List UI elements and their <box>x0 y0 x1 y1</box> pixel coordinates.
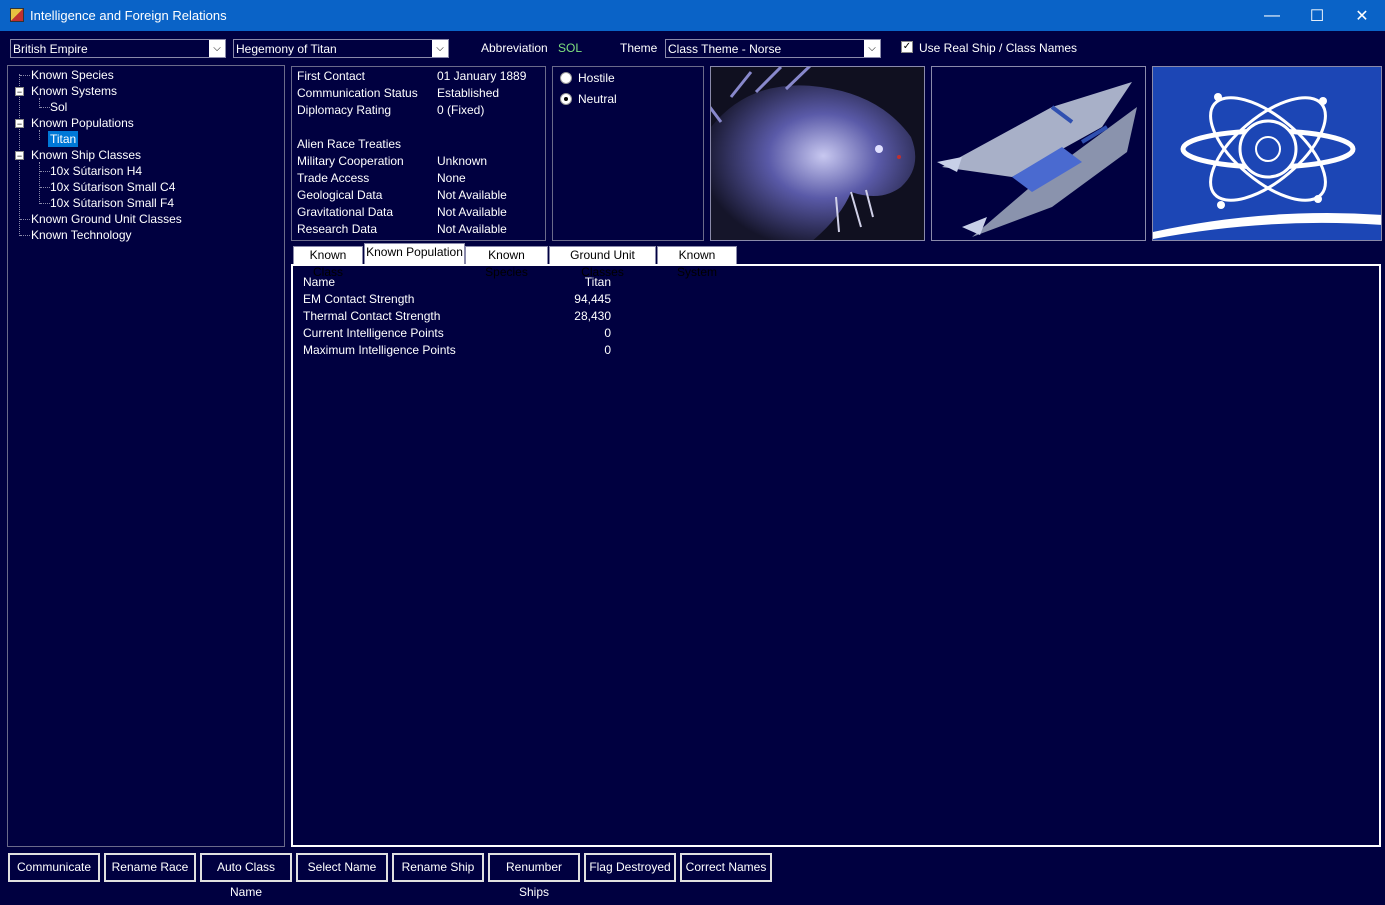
relation-label: Alien Race Treaties <box>297 137 402 151</box>
tree-guide <box>20 75 30 76</box>
tree-guide <box>20 219 30 220</box>
auto-class-name-button[interactable]: Auto Class Name <box>200 853 292 899</box>
relation-label: Geological Data <box>297 188 383 202</box>
correct-names-button[interactable]: Correct Names <box>680 853 772 882</box>
tree-guide <box>39 162 40 204</box>
tree-item-known-ground-unit-classes[interactable]: Known Ground Unit Classes <box>31 212 182 226</box>
relation-label: Military Cooperation <box>297 154 404 168</box>
population-field-label: Thermal Contact Strength <box>303 309 441 323</box>
theme-label: Theme <box>620 41 658 55</box>
communicate-button[interactable]: Communicate <box>8 853 100 882</box>
tab-ground-unit-classes[interactable]: Ground Unit Classes <box>549 246 656 279</box>
hostile-label[interactable]: Hostile <box>578 71 615 85</box>
alien-race-select[interactable]: Hegemony of Titan ⌵ <box>233 39 449 58</box>
population-field-value: 28,430 <box>574 309 611 323</box>
collapse-icon[interactable]: − <box>15 87 24 97</box>
relation-value: Established <box>437 86 500 100</box>
population-field-value: 94,445 <box>574 292 611 306</box>
stance-panel: Hostile Neutral <box>552 66 704 241</box>
flag-destroyed-button[interactable]: Flag Destroyed <box>584 853 676 882</box>
tree-guide <box>39 130 40 140</box>
alien-race-select-value: Hegemony of Titan <box>236 42 337 56</box>
population-field-label: Maximum Intelligence Points <box>303 343 456 357</box>
relation-value: Unknown <box>437 154 488 168</box>
minimize-button[interactable]: — <box>1249 0 1295 31</box>
relation-value: Not Available <box>437 188 507 202</box>
relation-label: Diplomacy Rating <box>297 103 392 117</box>
tree-guide <box>40 203 50 204</box>
window-title: Intelligence and Foreign Relations <box>30 8 227 23</box>
neutral-radio[interactable] <box>560 93 572 105</box>
relations-panel: First Contact 01 January 1889 Communicatio… <box>291 66 546 241</box>
tree-item-titan[interactable]: Titan <box>48 131 79 147</box>
population-field-value: 0 <box>604 343 611 357</box>
chevron-down-icon: ⌵ <box>209 40 225 57</box>
population-field-value: 0 <box>604 326 611 340</box>
species-image <box>710 66 925 241</box>
tab-known-population[interactable]: Known Population <box>364 243 465 265</box>
race-select-value: British Empire <box>13 42 88 56</box>
app-icon <box>10 8 24 22</box>
flag-image <box>1152 66 1382 241</box>
title-bar[interactable]: Intelligence and Foreign Relations — ☐ ✕ <box>0 0 1385 31</box>
race-select[interactable]: British Empire ⌵ <box>10 39 226 58</box>
neutral-label[interactable]: Neutral <box>578 92 617 106</box>
checkbox-checked-icon[interactable]: ✓ <box>901 41 913 53</box>
relation-value: 01 January 1889 <box>437 69 527 83</box>
population-field-label: Name <box>303 275 336 289</box>
population-field-value: Titan <box>584 275 611 289</box>
close-button[interactable]: ✕ <box>1339 0 1385 31</box>
relation-label: Research Data <box>297 222 378 236</box>
hostile-radio[interactable] <box>560 72 572 84</box>
tree-guide <box>20 235 30 236</box>
rename-race-button[interactable]: Rename Race <box>104 853 196 882</box>
relation-value: Not Available <box>437 222 507 236</box>
intel-tree[interactable]: Known Species − Known Systems Sol − Know… <box>7 65 285 847</box>
real-names-label: Use Real Ship / Class Names <box>919 41 1078 55</box>
renumber-ships-button[interactable]: Renumber Ships <box>488 853 580 899</box>
tree-item-known-species[interactable]: Known Species <box>31 68 114 82</box>
abbreviation-label: Abbreviation <box>481 41 548 55</box>
population-field-label: Current Intelligence Points <box>303 326 444 340</box>
tree-item-known-systems[interactable]: Known Systems <box>31 84 117 98</box>
relation-label: Trade Access <box>297 171 370 185</box>
chevron-down-icon: ⌵ <box>864 40 880 57</box>
chevron-down-icon: ⌵ <box>432 40 448 57</box>
tab-known-species[interactable]: Known Species <box>465 246 548 279</box>
population-field-label: EM Contact Strength <box>303 292 415 306</box>
tree-item-known-ship-classes[interactable]: Known Ship Classes <box>31 148 141 162</box>
collapse-icon[interactable]: − <box>15 119 24 129</box>
tab-known-system[interactable]: Known System <box>657 246 737 279</box>
relation-label: Gravitational Data <box>297 205 394 219</box>
relation-value: 0 (Fixed) <box>437 103 485 117</box>
rename-ship-button[interactable]: Rename Ship <box>392 853 484 882</box>
theme-select[interactable]: Class Theme - Norse ⌵ <box>665 39 881 58</box>
maximize-button[interactable]: ☐ <box>1294 0 1340 31</box>
tree-guide <box>40 171 50 172</box>
tree-item-ship-class[interactable]: 10x Sútarison Small C4 <box>50 180 175 194</box>
tab-content-known-population: Name Titan EM Contact Strength 94,445 Therma… <box>291 264 1381 847</box>
relation-label: Communication Status <box>297 86 418 100</box>
tree-item-sol[interactable]: Sol <box>50 100 67 114</box>
tree-item-ship-class[interactable]: 10x Sútarison Small F4 <box>50 196 174 210</box>
select-name-button[interactable]: Select Name <box>296 853 388 882</box>
relation-value: Not Available <box>437 205 507 219</box>
tree-item-known-populations[interactable]: Known Populations <box>31 116 134 130</box>
tree-item-known-technology[interactable]: Known Technology <box>31 228 132 242</box>
collapse-icon[interactable]: − <box>15 151 24 161</box>
tree-guide <box>40 107 50 108</box>
tree-item-ship-class[interactable]: 10x Sútarison H4 <box>50 164 142 178</box>
theme-select-value: Class Theme - Norse <box>668 42 782 56</box>
abbreviation-value: SOL <box>558 41 583 55</box>
tree-guide <box>40 187 50 188</box>
relation-label: First Contact <box>297 69 366 83</box>
relation-value: None <box>437 171 466 185</box>
tab-known-class[interactable]: Known Class <box>293 246 363 279</box>
ship-image <box>931 66 1146 241</box>
